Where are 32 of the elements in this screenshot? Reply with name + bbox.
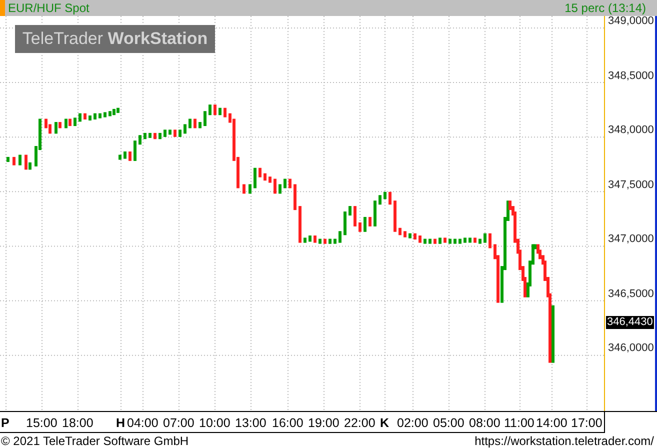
website-link[interactable]: https://workstation.teletrader.com/ (474, 434, 654, 448)
interval-label: 15 perc (13:14) (564, 1, 646, 15)
x-axis-label: P (1, 416, 10, 430)
y-axis-label: 346,0000 (608, 342, 654, 354)
x-axis-label: 04:00 (127, 416, 158, 430)
last-price-tag: 346,4430 (606, 316, 654, 329)
x-axis-label: H (116, 416, 126, 430)
x-axis-label: 13:00 (235, 416, 266, 430)
x-axis-label: 15:00 (26, 416, 58, 430)
x-axis-label: 18:00 (62, 416, 94, 430)
x-axis-label: 10:00 (199, 416, 230, 430)
accent-marker (0, 0, 5, 16)
y-axis-label: 347,5000 (608, 178, 654, 191)
x-axis-label: 17:00 (571, 416, 602, 430)
y-axis-label: 346,5000 (608, 288, 654, 300)
x-axis-label: 02:00 (397, 416, 428, 430)
x-axis-label: 05:00 (433, 416, 464, 430)
logo-banner: TeleTrader WorkStation (15, 25, 215, 53)
x-axis-label: 19:00 (308, 416, 340, 430)
copyright-text: © 2021 TeleTrader Software GmbH (1, 434, 189, 448)
x-axis-label: 14:00 (536, 416, 568, 430)
y-axis-label: 347,0000 (608, 233, 654, 246)
x-axis-label: 22:00 (344, 416, 376, 430)
instrument-title: EUR/HUF Spot (8, 1, 90, 15)
x-axis-label: 11:00 (504, 416, 534, 430)
y-axis-label: 348,5000 (608, 70, 654, 82)
x-axis-label: 08:00 (469, 416, 500, 430)
x-axis-label: 16:00 (272, 416, 304, 430)
y-axis-label: 349,0000 (608, 15, 654, 28)
x-axis-label: K (380, 416, 390, 430)
x-axis-label: 07:00 (163, 416, 194, 430)
y-axis-label: 348,0000 (608, 124, 654, 136)
